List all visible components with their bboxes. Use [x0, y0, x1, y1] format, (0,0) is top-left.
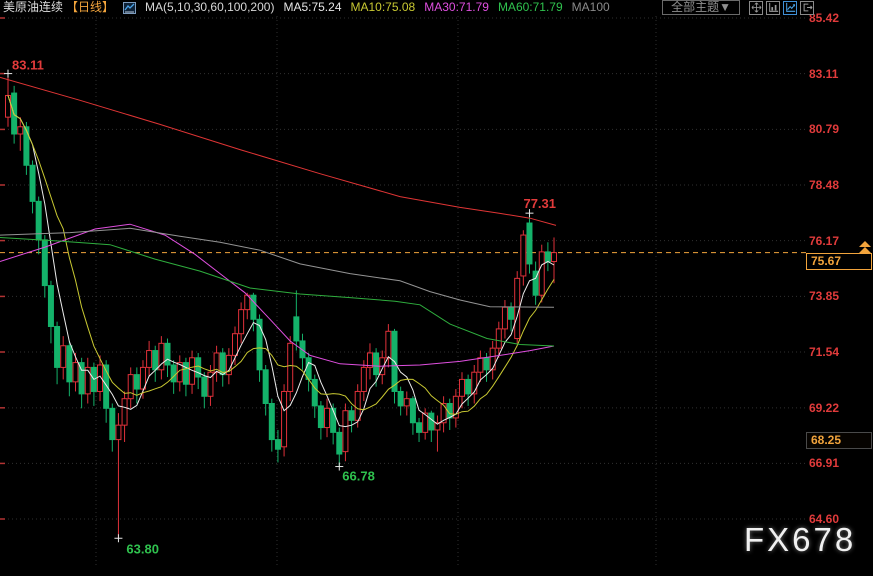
- ma-line-MA10: [8, 96, 554, 415]
- axis-label: 73.85: [809, 289, 839, 303]
- candles: [6, 74, 557, 539]
- theme-dropdown[interactable]: 全部主题▼: [662, 0, 740, 15]
- annotations: 83.11 77.31 66.78 63.80: [4, 58, 556, 557]
- grid: [0, 16, 807, 566]
- axis-label: 71.54: [809, 345, 839, 359]
- price-chart-canvas[interactable]: 83.11 77.31 66.78 63.80: [0, 0, 873, 576]
- exit-chart-icon[interactable]: [800, 1, 814, 15]
- indicator-icon: [123, 2, 136, 14]
- axis-label: 64.60: [809, 512, 839, 526]
- legend-item: MA5:75.24: [283, 0, 341, 15]
- ma-parameters: MA(5,10,30,60,100,200): [145, 0, 274, 15]
- legend-item: MA100: [572, 0, 610, 15]
- ma-legend: MA5:75.24 MA10:75.08 MA30:71.79 MA60:71.79 M…: [283, 0, 609, 15]
- symbol-title: 美原油连续: [3, 0, 63, 15]
- toolbar: [749, 1, 814, 15]
- chart-header: 美原油连续【日线】 MA(5,10,30,60,100,200) MA5:75.…: [0, 0, 873, 15]
- extreme-label: 63.80: [126, 541, 159, 556]
- axis-label: 78.48: [809, 178, 839, 192]
- settlement-price-tag: 68.25: [806, 432, 872, 449]
- extreme-label: 77.31: [523, 196, 556, 211]
- axis-label: 80.79: [809, 122, 839, 136]
- ma-line-MA200: [0, 77, 556, 225]
- extreme-label: 66.78: [342, 469, 375, 484]
- axis-chart-icon[interactable]: [766, 1, 780, 15]
- axis-label: 76.17: [809, 234, 839, 248]
- axis-label: 69.22: [809, 401, 839, 415]
- move-icon[interactable]: [749, 1, 763, 15]
- axis-label: 66.91: [809, 456, 839, 470]
- chart-app: 83.11 77.31 66.78 63.80 美原油连续【日线】 MA(5,10,3…: [0, 0, 873, 576]
- extreme-label: 83.11: [12, 58, 44, 73]
- price-axis: 85.4283.1180.7978.4876.1773.8571.5469.22…: [809, 0, 873, 576]
- current-price-tag: 75.67: [806, 253, 872, 270]
- legend-item: MA30:71.79: [424, 0, 489, 15]
- ma-line-MA60: [0, 238, 554, 347]
- legend-item: MA10:75.08: [351, 0, 416, 15]
- axis-label: 83.11: [809, 67, 838, 81]
- line-chart-icon[interactable]: [783, 1, 797, 15]
- legend-item: MA60:71.79: [498, 0, 563, 15]
- period-label: 【日线】: [66, 0, 114, 15]
